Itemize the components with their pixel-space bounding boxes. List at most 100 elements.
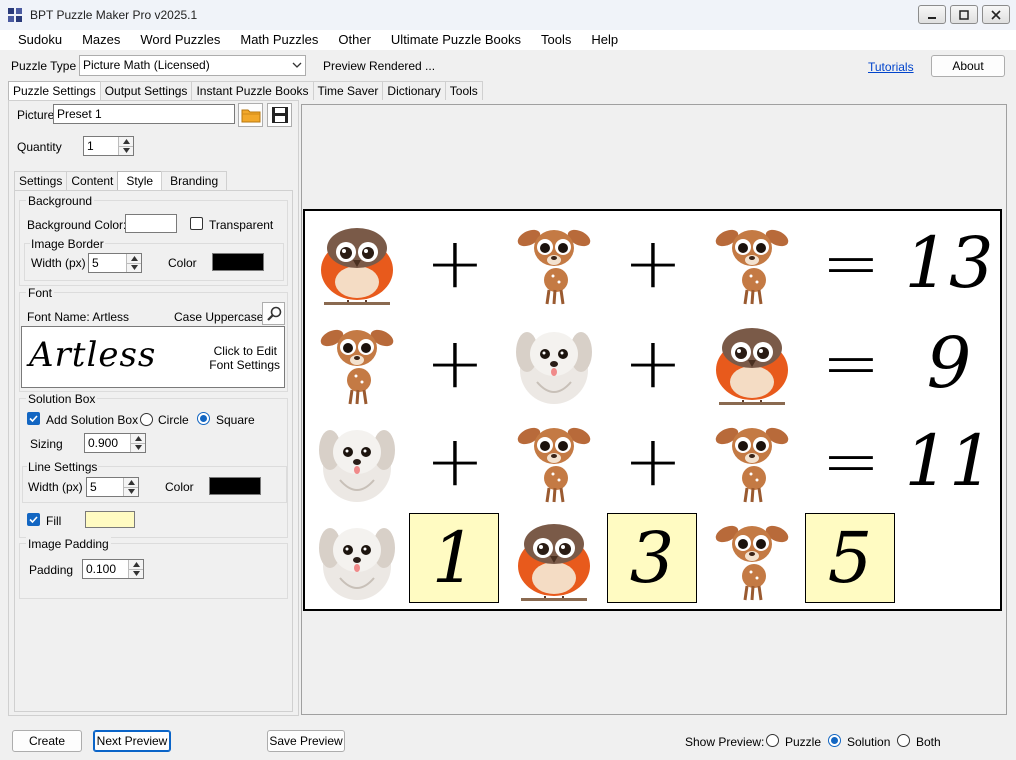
add-solution-checkbox[interactable]	[27, 412, 40, 425]
close-button[interactable]	[982, 5, 1010, 24]
close-icon	[991, 9, 1001, 20]
chevron-down-icon	[292, 62, 302, 68]
style-sub-tabs: Settings Content Style Branding	[14, 171, 228, 191]
puzzle-operator-plus-text: +	[623, 222, 683, 304]
puzzle-type-dropdown[interactable]: Picture Math (Licensed)	[79, 55, 306, 76]
image-border-group-title: Image Border	[30, 237, 105, 251]
maximize-button[interactable]	[950, 5, 978, 24]
show-preview-label: Show Preview:	[685, 735, 765, 749]
line-width-down[interactable]	[124, 486, 138, 496]
border-width-stepper[interactable]: 5	[88, 253, 142, 273]
tab-time-saver[interactable]: Time Saver	[312, 81, 384, 100]
border-width-label: Width (px)	[31, 256, 86, 270]
circle-radio[interactable]	[140, 413, 153, 426]
padding-up[interactable]	[129, 560, 143, 569]
tab-puzzle-settings[interactable]: Puzzle Settings	[8, 81, 101, 101]
puzzle-preview: + + = 13 + + = 9 + + = 11 1 3 5	[303, 209, 1002, 611]
menu-word-puzzles[interactable]: Word Puzzles	[130, 30, 230, 50]
border-width-up[interactable]	[127, 254, 141, 263]
tab-instant-puzzle-books[interactable]: Instant Puzzle Books	[191, 81, 314, 100]
border-width-down[interactable]	[127, 262, 141, 272]
quantity-label: Quantity	[17, 140, 62, 154]
solution-box-text: 3	[629, 517, 675, 599]
font-preview-box[interactable]: Artless Click to Edit Font Settings	[21, 326, 285, 388]
subtab-settings[interactable]: Settings	[14, 171, 68, 190]
checkmark-icon	[29, 516, 38, 524]
font-group-title: Font	[26, 286, 55, 300]
dog-icon	[314, 418, 400, 504]
square-radio[interactable]	[197, 412, 210, 425]
font-search-button[interactable]	[262, 302, 285, 325]
puzzle-picture-deer	[706, 217, 798, 309]
background-color-swatch[interactable]	[125, 214, 177, 233]
solution-box-group-title: Solution Box	[26, 392, 98, 406]
subtab-branding[interactable]: Branding	[161, 171, 228, 190]
deer-icon	[709, 220, 795, 306]
line-width-stepper[interactable]: 5	[86, 477, 139, 497]
fill-color-swatch[interactable]	[85, 511, 135, 528]
tab-dictionary[interactable]: Dictionary	[382, 81, 446, 100]
tab-output-settings[interactable]: Output Settings	[99, 81, 193, 100]
save-preset-button[interactable]	[267, 103, 292, 127]
fill-checkbox[interactable]	[27, 513, 40, 526]
save-preview-button[interactable]: Save Preview	[267, 730, 345, 752]
line-settings-group-title: Line Settings	[27, 460, 99, 474]
quantity-down[interactable]	[119, 145, 133, 155]
menu-math-puzzles[interactable]: Math Puzzles	[230, 30, 328, 50]
preview-both-radio[interactable]	[897, 734, 910, 747]
solution-box-text: 1	[431, 517, 477, 599]
padding-label: Padding	[29, 563, 74, 577]
sizing-up[interactable]	[131, 434, 145, 443]
checkmark-icon	[29, 415, 38, 423]
border-color-swatch[interactable]	[212, 253, 264, 271]
magnifier-icon	[266, 306, 281, 321]
open-folder-button[interactable]	[238, 103, 263, 127]
minimize-button[interactable]	[918, 5, 946, 24]
padding-down[interactable]	[129, 568, 143, 578]
spin-up-icon	[127, 479, 135, 485]
transparent-checkbox[interactable]	[190, 217, 203, 230]
puzzle-operator-equals: =	[805, 317, 897, 409]
create-button[interactable]: Create	[12, 730, 82, 752]
dog-icon	[511, 320, 597, 406]
quantity-stepper[interactable]: 1	[83, 136, 134, 156]
subtab-content[interactable]: Content	[66, 171, 119, 190]
next-preview-button[interactable]: Next Preview	[93, 730, 171, 752]
quantity-up[interactable]	[119, 137, 133, 146]
main-tabs: Puzzle Settings Output Settings Instant …	[8, 81, 483, 101]
padding-stepper[interactable]: 0.100	[82, 559, 144, 579]
puzzle-picture-deer	[508, 217, 600, 309]
menu-tools[interactable]: Tools	[531, 30, 581, 50]
line-color-swatch[interactable]	[209, 477, 261, 495]
puzzle-result-text: 13	[904, 222, 994, 304]
bird-icon	[511, 516, 597, 602]
puzzle-operator-plus: +	[607, 217, 699, 309]
menu-mazes[interactable]: Mazes	[72, 30, 130, 50]
tab-tools[interactable]: Tools	[444, 81, 483, 100]
menu-sudoku[interactable]: Sudoku	[8, 30, 72, 50]
square-label: Square	[216, 413, 255, 427]
tutorials-link[interactable]: Tutorials	[868, 60, 914, 74]
line-width-up[interactable]	[124, 478, 138, 487]
title-bar: BPT Puzzle Maker Pro v2025.1	[0, 0, 1016, 30]
menu-other[interactable]: Other	[328, 30, 381, 50]
subtab-style[interactable]: Style	[117, 171, 163, 191]
font-hint-line1: Click to Edit	[213, 344, 277, 358]
sizing-stepper[interactable]: 0.900	[84, 433, 146, 453]
sizing-down[interactable]	[131, 442, 145, 452]
deer-icon	[709, 516, 795, 602]
menu-help[interactable]: Help	[581, 30, 628, 50]
about-button[interactable]: About	[931, 55, 1005, 77]
puzzle-operator-equals-text: =	[821, 420, 881, 502]
preview-puzzle-radio[interactable]	[766, 734, 779, 747]
puzzle-type-value: Picture Math (Licensed)	[83, 58, 210, 72]
solution-box: 3	[607, 513, 697, 603]
menu-ultimate-puzzle-books[interactable]: Ultimate Puzzle Books	[381, 30, 531, 50]
deer-icon	[314, 320, 400, 406]
preview-solution-radio[interactable]	[828, 734, 841, 747]
puzzle-operator-plus-text: +	[623, 420, 683, 502]
puzzle-result: 11	[903, 415, 995, 507]
picture-input[interactable]: Preset 1	[53, 104, 235, 124]
spin-down-icon	[134, 445, 142, 451]
spin-down-icon	[132, 571, 140, 577]
